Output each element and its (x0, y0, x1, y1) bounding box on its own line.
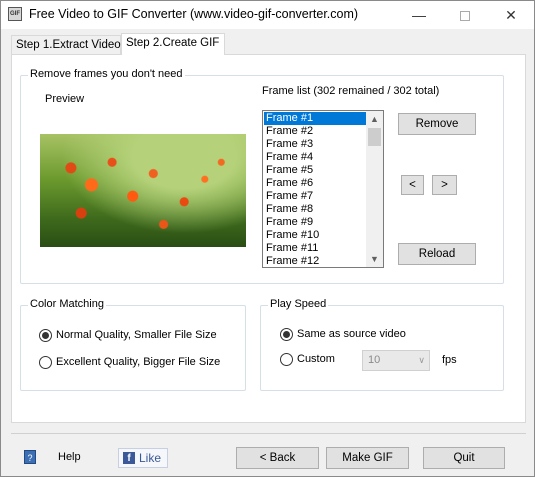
frame-list-label: Frame list (302 remained / 302 total) (262, 85, 440, 97)
back-button[interactable]: < Back (236, 447, 319, 469)
tab-create-gif[interactable]: Step 2.Create GIF (121, 33, 225, 55)
play-speed-group: Play Speed (260, 298, 504, 391)
list-item[interactable]: Frame #10 (264, 229, 368, 242)
close-button[interactable]: ✕ (488, 1, 534, 29)
facebook-like-button[interactable]: f Like (118, 448, 168, 468)
list-item[interactable]: Frame #11 (264, 242, 368, 255)
maximize-button[interactable] (442, 1, 488, 29)
facebook-icon: f (123, 452, 135, 464)
reload-button[interactable]: Reload (398, 243, 476, 265)
list-item[interactable]: Frame #7 (264, 190, 368, 203)
fps-unit-label: fps (442, 354, 457, 366)
excellent-quality-radio[interactable] (39, 356, 52, 369)
list-item[interactable]: Frame #8 (264, 203, 368, 216)
custom-fps-value: 10 (368, 354, 381, 366)
previous-frame-button[interactable]: < (401, 175, 424, 195)
maximize-icon (460, 11, 470, 22)
frames-group-label: Remove frames you don't need (28, 68, 185, 80)
next-frame-button[interactable]: > (432, 175, 457, 195)
color-matching-label: Color Matching (28, 298, 106, 310)
custom-fps-select[interactable]: 10 ∨ (362, 350, 430, 371)
list-item[interactable]: Frame #12 (264, 255, 368, 267)
list-item[interactable]: Frame #3 (264, 138, 368, 151)
like-label: Like (139, 451, 162, 465)
play-speed-label: Play Speed (268, 298, 329, 310)
frame-list-scrollbar[interactable]: ▲ ▼ (366, 111, 383, 267)
list-item[interactable]: Frame #9 (264, 216, 368, 229)
minimize-button[interactable]: — (396, 1, 442, 29)
normal-quality-label[interactable]: Normal Quality, Smaller File Size (56, 329, 217, 341)
help-link[interactable]: Help (58, 451, 81, 463)
preview-label: Preview (45, 93, 85, 105)
tab-extract-video[interactable]: Step 1.Extract Video (11, 35, 121, 55)
title-bar[interactable]: GIF Free Video to GIF Converter (www.vid… (1, 1, 534, 29)
window-title: Free Video to GIF Converter (www.video-g… (29, 7, 359, 21)
same-as-source-radio[interactable] (280, 328, 293, 341)
scroll-thumb[interactable] (368, 128, 381, 146)
footer-separator (11, 433, 526, 434)
preview-image (40, 134, 246, 247)
color-matching-group: Color Matching (20, 298, 246, 391)
quit-button[interactable]: Quit (423, 447, 505, 469)
list-item[interactable]: Frame #6 (264, 177, 368, 190)
app-window: GIF Free Video to GIF Converter (www.vid… (0, 0, 535, 477)
make-gif-button[interactable]: Make GIF (326, 447, 409, 469)
custom-speed-radio[interactable] (280, 353, 293, 366)
chevron-down-icon: ∨ (418, 355, 425, 365)
remove-button[interactable]: Remove (398, 113, 476, 135)
list-item[interactable]: Frame #4 (264, 151, 368, 164)
list-item[interactable]: Frame #2 (264, 125, 368, 138)
list-item[interactable]: Frame #1 (264, 112, 368, 125)
help-icon[interactable]: ? (24, 450, 36, 464)
same-as-source-label[interactable]: Same as source video (297, 328, 406, 340)
scroll-up-icon[interactable]: ▲ (366, 111, 383, 127)
frame-list[interactable]: Frame #1 Frame #2 Frame #3 Frame #4 Fram… (262, 110, 384, 268)
custom-speed-label[interactable]: Custom (297, 353, 335, 365)
list-item[interactable]: Frame #5 (264, 164, 368, 177)
app-icon: GIF (8, 7, 22, 21)
scroll-down-icon[interactable]: ▼ (366, 251, 383, 267)
excellent-quality-label[interactable]: Excellent Quality, Bigger File Size (56, 356, 220, 368)
normal-quality-radio[interactable] (39, 329, 52, 342)
